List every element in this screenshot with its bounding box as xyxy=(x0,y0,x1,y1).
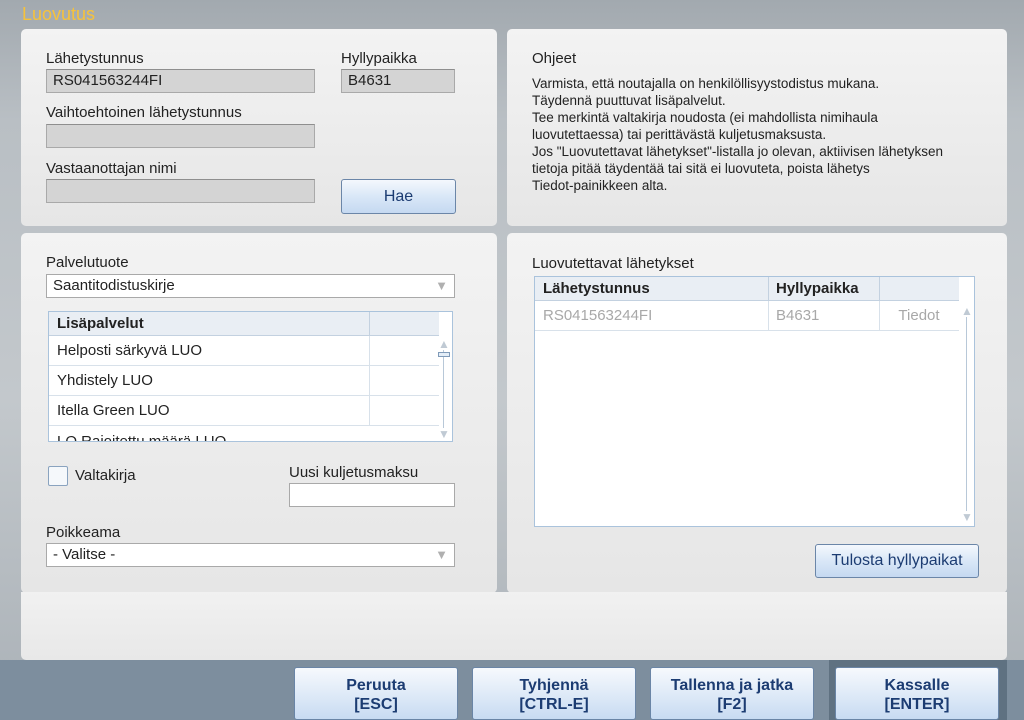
scroll-up-icon[interactable]: ▲ xyxy=(960,305,974,317)
addon-label: LO Rajoitettu määrä LUO xyxy=(57,433,227,442)
instruction-line: tietoja pitää täydentää tai sitä ei luov… xyxy=(532,161,870,176)
checkout-button-key: [ENTER] xyxy=(884,696,950,713)
addons-header-label: Lisäpalvelut xyxy=(57,315,144,332)
scroll-down-icon[interactable]: ▼ xyxy=(960,511,974,523)
save-continue-button-label: Tallenna ja jatka xyxy=(670,677,794,694)
addon-label: Yhdistely LUO xyxy=(57,372,153,389)
recipient-field[interactable] xyxy=(46,179,315,203)
addon-col-divider xyxy=(369,366,370,396)
addons-scrollbar[interactable]: ▲ ▼ xyxy=(437,336,451,441)
deviation-label: Poikkeama xyxy=(46,524,121,541)
instruction-line: Tee merkintä valtakirja noudosta (ei mah… xyxy=(532,110,878,125)
tracking-label: Lähetystunnus xyxy=(46,50,144,67)
column-divider xyxy=(768,301,769,331)
message-area xyxy=(21,592,1007,660)
instruction-line: luovutettaessa) tai perittävästä kuljetu… xyxy=(532,127,827,142)
scroll-down-icon[interactable]: ▼ xyxy=(437,428,451,440)
app-title: Luovutus xyxy=(22,4,96,24)
proxy-label: Valtakirja xyxy=(75,467,136,484)
row-shelf: B4631 xyxy=(776,307,820,324)
instruction-line: Täydennä puuttuvat lisäpalvelut. xyxy=(532,93,726,108)
new-fee-input[interactable] xyxy=(289,483,455,507)
save-continue-button[interactable]: Tallenna ja jatka [F2] xyxy=(650,667,814,720)
details-button[interactable]: Tiedot xyxy=(880,301,958,331)
instructions-title: Ohjeet xyxy=(532,50,577,67)
list-item[interactable]: Helposti särkyvä LUO xyxy=(49,336,439,366)
column-header-shelf: Hyllypaikka xyxy=(776,280,859,297)
checkout-button-label: Kassalle xyxy=(884,677,950,694)
product-select-value: Saantitodistuskirje xyxy=(53,277,175,294)
instructions-text: Varmista, että noutajalla on henkilöllis… xyxy=(532,75,943,194)
cancel-button-key: [ESC] xyxy=(354,696,398,713)
column-header-tracking: Lähetystunnus xyxy=(543,280,650,297)
list-item[interactable]: LO Rajoitettu määrä LUO xyxy=(49,426,439,442)
instruction-line: Varmista, että noutajalla on henkilöllis… xyxy=(532,76,880,91)
deliverables-title: Luovutettavat lähetykset xyxy=(532,255,694,272)
service-panel: Palvelutuote Saantitodistuskirje ▼ Lisäp… xyxy=(21,233,497,593)
deliverables-table: Lähetystunnus Hyllypaikka RS041563244FI … xyxy=(534,276,975,527)
alt-tracking-field[interactable] xyxy=(46,124,315,148)
addons-list: Lisäpalvelut Helposti särkyvä LUO Yhdist… xyxy=(48,311,453,442)
recipient-label: Vastaanottajan nimi xyxy=(46,160,177,177)
column-divider xyxy=(879,277,880,301)
column-divider xyxy=(768,277,769,301)
print-shelves-button[interactable]: Tulosta hyllypaikat xyxy=(815,544,979,578)
new-fee-label: Uusi kuljetusmaksu xyxy=(289,464,419,481)
deliverables-scrollbar[interactable]: ▲ ▼ xyxy=(960,301,974,526)
fetch-button[interactable]: Hae xyxy=(341,179,456,214)
scroll-track xyxy=(443,350,444,428)
instruction-line: Tiedot-painikkeen alta. xyxy=(532,178,668,193)
shelf-label: Hyllypaikka xyxy=(341,50,417,67)
proxy-checkbox[interactable] xyxy=(48,466,68,486)
save-continue-button-key: [F2] xyxy=(717,696,747,713)
chevron-down-icon: ▼ xyxy=(435,547,448,562)
checkout-button[interactable]: Kassalle [ENTER] xyxy=(835,667,999,720)
search-panel: Lähetystunnus RS041563244FI Hyllypaikka … xyxy=(21,29,497,226)
deviation-select[interactable]: - Valitse - ▼ xyxy=(46,543,455,567)
instruction-line: Jos "Luovutettavat lähetykset"-listalla … xyxy=(532,144,944,159)
instructions-panel: Ohjeet Varmista, että noutajalla on henk… xyxy=(507,29,1007,226)
clear-button-label: Tyhjennä xyxy=(519,677,589,694)
scroll-thumb[interactable] xyxy=(438,352,450,357)
deliverables-panel: Luovutettavat lähetykset Lähetystunnus H… xyxy=(507,233,1007,593)
cancel-button[interactable]: Peruuta [ESC] xyxy=(294,667,458,720)
list-item[interactable]: Yhdistely LUO xyxy=(49,366,439,396)
list-item[interactable]: Itella Green LUO xyxy=(49,396,439,426)
deviation-select-value: - Valitse - xyxy=(53,546,116,563)
addon-label: Itella Green LUO xyxy=(57,402,170,419)
product-select[interactable]: Saantitodistuskirje ▼ xyxy=(46,274,455,298)
addon-col-divider xyxy=(369,396,370,426)
scroll-track xyxy=(966,317,967,511)
deliverables-header: Lähetystunnus Hyllypaikka xyxy=(535,277,959,301)
product-label: Palvelutuote xyxy=(46,254,129,271)
row-tracking: RS041563244FI xyxy=(543,307,653,324)
scroll-up-icon[interactable]: ▲ xyxy=(437,338,451,350)
alt-tracking-label: Vaihtoehtoinen lähetystunnus xyxy=(46,104,242,121)
addon-col-divider xyxy=(369,336,370,366)
shelf-field[interactable]: B4631 xyxy=(341,69,455,93)
clear-button[interactable]: Tyhjennä [CTRL-E] xyxy=(472,667,636,720)
chevron-down-icon: ▼ xyxy=(435,278,448,293)
table-row[interactable]: RS041563244FI B4631 Tiedot xyxy=(535,301,959,331)
cancel-button-label: Peruuta xyxy=(346,677,406,694)
addons-header: Lisäpalvelut xyxy=(49,312,439,336)
tracking-field[interactable]: RS041563244FI xyxy=(46,69,315,93)
clear-button-key: [CTRL-E] xyxy=(519,696,589,713)
addons-header-divider xyxy=(369,312,370,336)
addon-label: Helposti särkyvä LUO xyxy=(57,342,203,359)
